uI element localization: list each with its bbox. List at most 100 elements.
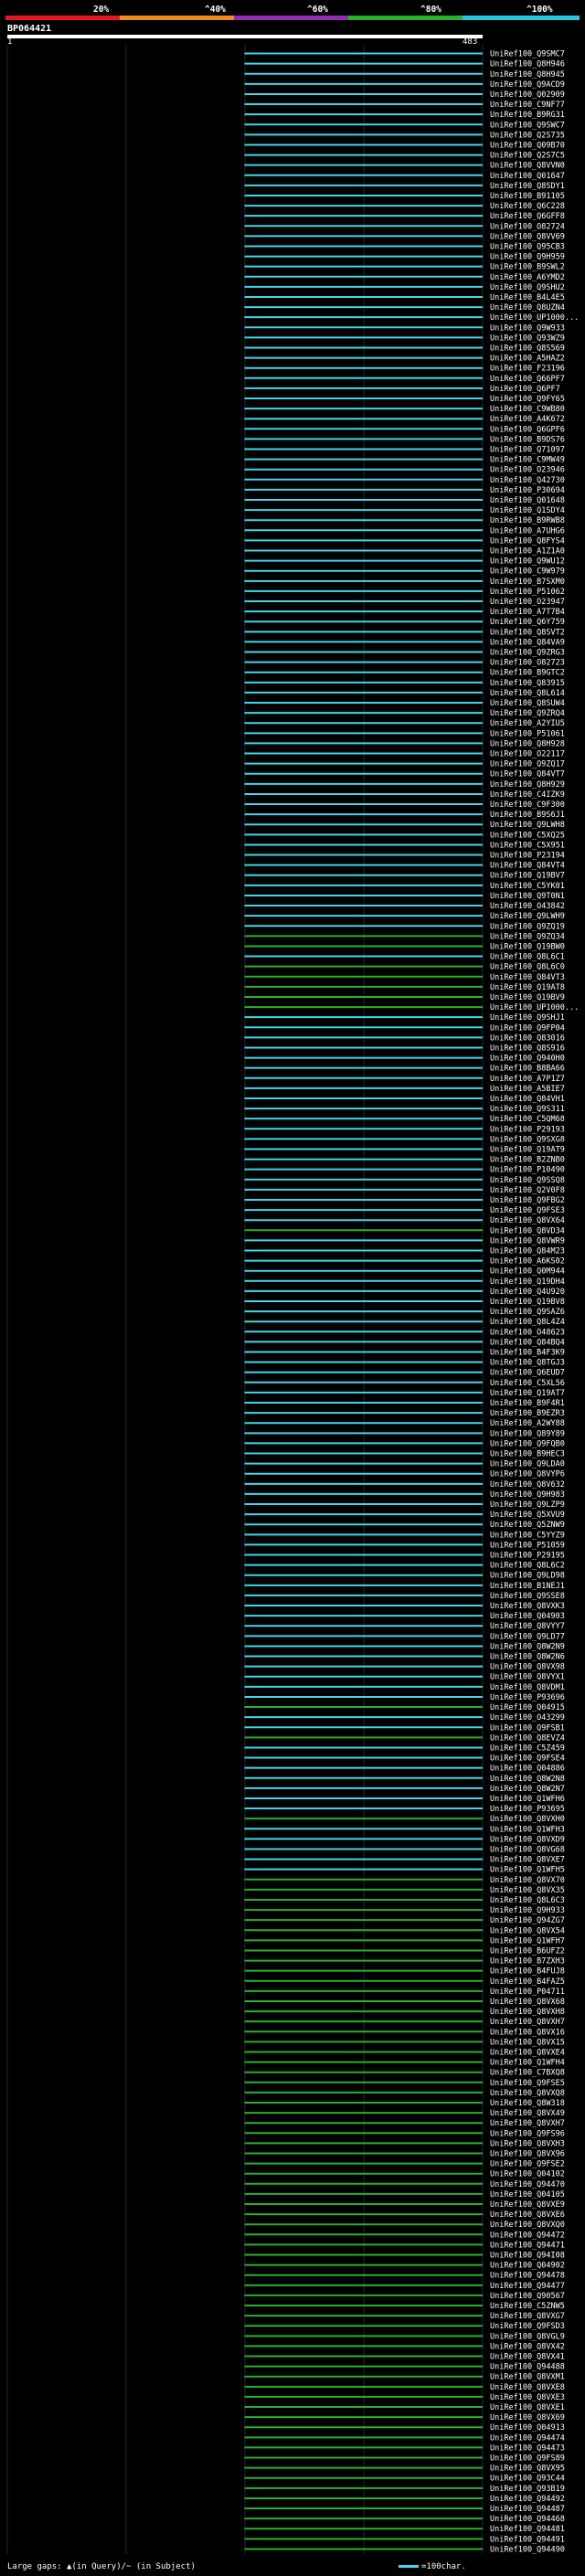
hit-label: UniRef100_C9NF77 xyxy=(490,101,565,110)
hit-label: UniRef100_P51061 xyxy=(490,729,565,738)
hit-label: UniRef100_A1Z1A0 xyxy=(490,547,565,557)
hit-label: UniRef100_Q9SMC7 xyxy=(490,50,565,59)
hit-label: UniRef100_Q9FQB0 xyxy=(490,1439,565,1448)
hit-label: UniRef100_Q8H946 xyxy=(490,60,565,69)
hit-label: UniRef100_Q66PF7 xyxy=(490,375,565,384)
hit-label: UniRef100_Q9ZQ19 xyxy=(490,922,565,931)
hit-label: UniRef100_Q94491 xyxy=(490,2535,565,2544)
hit-label: UniRef100_Q8W2N7 xyxy=(490,1785,565,1794)
hit-label: UniRef100_Q6PF7 xyxy=(490,385,560,394)
hit-label: UniRef100_P93695 xyxy=(490,1805,565,1814)
scale-legend: =100char. xyxy=(399,2562,466,2571)
hit-label: UniRef100_Q04903 xyxy=(490,1612,565,1621)
hit-label: UniRef100_Q4U920 xyxy=(490,1288,565,1297)
hit-label: UniRef100_O22117 xyxy=(490,750,565,759)
hit-label: UniRef100_Q9FS96 xyxy=(490,2129,565,2138)
hit-label: UniRef100_O48623 xyxy=(490,1328,565,1337)
hit-label: UniRef100_Q9FP04 xyxy=(490,1023,565,1033)
hit-label: UniRef100_Q19BV8 xyxy=(490,1298,565,1307)
hit-label: UniRef100_B91105 xyxy=(490,192,565,201)
hit-label: UniRef100_Q9LD77 xyxy=(490,1632,565,1641)
hit-label: UniRef100_B4L4E5 xyxy=(490,293,565,302)
hit-label: UniRef100_Q9H959 xyxy=(490,253,565,262)
hit-label: UniRef100_P51059 xyxy=(490,1541,565,1550)
scale-label-60: ^60% xyxy=(307,5,328,15)
hit-label: UniRef100_Q8VXE6 xyxy=(490,2210,565,2220)
hit-label: UniRef100_Q8W2N9 xyxy=(490,1642,565,1651)
hit-label: UniRef100_Q8VXE8 xyxy=(490,2383,565,2392)
hit-label: UniRef100_Q8VGL9 xyxy=(490,2332,565,2341)
hit-label: UniRef100_Q94477 xyxy=(490,2282,565,2291)
hit-label: UniRef100_Q9LWH8 xyxy=(490,821,565,830)
hit-label: UniRef100_O23947 xyxy=(490,598,565,607)
hit-label: UniRef100_Q42730 xyxy=(490,476,565,485)
hit-label: UniRef100_Q8VYX1 xyxy=(490,1673,565,1682)
hit-label: UniRef100_Q8VX95 xyxy=(490,2465,565,2474)
hit-label: UniRef100_Q8VXH7 xyxy=(490,2119,565,2128)
hit-label: UniRef100_Q8VX49 xyxy=(490,2109,565,2118)
hit-label: UniRef100_Q19BV9 xyxy=(490,993,565,1002)
hit-label: UniRef100_Q9FSE5 xyxy=(490,2079,565,2088)
hit-label: UniRef100_Q8VXM1 xyxy=(490,2373,565,2382)
hit-label: UniRef100_Q8VXQ8 xyxy=(490,2089,565,2098)
hit-label: UniRef100_Q89Y89 xyxy=(490,1429,565,1438)
hit-label: UniRef100_C5X951 xyxy=(490,841,565,850)
hit-label: UniRef100_B9RWB8 xyxy=(490,516,565,525)
hit-label: UniRef100_Q04102 xyxy=(490,2170,565,2179)
scale-segment-orange xyxy=(120,16,234,20)
scale-label-100: ^100% xyxy=(526,5,553,15)
query-id: BP064421 xyxy=(7,24,52,34)
hit-label: UniRef100_Q19AT9 xyxy=(490,1145,565,1154)
hit-label: UniRef100_B4F3K9 xyxy=(490,1349,565,1358)
hit-label: UniRef100_Q9ZQ17 xyxy=(490,760,565,769)
hit-label: UniRef100_Q9FSE3 xyxy=(490,1206,565,1215)
hit-label: UniRef100_Q8VXH0 xyxy=(490,1815,565,1824)
hit-label: UniRef100_Q8VXH3 xyxy=(490,2139,565,2148)
hit-label: UniRef100_Q9SWC7 xyxy=(490,121,565,130)
hit-label: UniRef100_Q94474 xyxy=(490,2433,565,2443)
hit-label: UniRef100_Q94473 xyxy=(490,2443,565,2453)
hit-label: UniRef100_Q9SSE8 xyxy=(490,1592,565,1601)
hit-label: UniRef100_Q93C44 xyxy=(490,2475,565,2484)
hit-label: UniRef100_Q8VX42 xyxy=(490,2342,565,2351)
hit-label: UniRef100_Q9SHJ1 xyxy=(490,1013,565,1023)
hit-label: UniRef100_Q8VXE4 xyxy=(490,2048,565,2057)
legend-swatch xyxy=(399,2565,419,2568)
hit-label: UniRef100_Q8L6C1 xyxy=(490,953,565,962)
hit-label: UniRef100_A7T7B4 xyxy=(490,608,565,617)
hit-label: UniRef100_Q8VX96 xyxy=(490,2150,565,2159)
hit-label: UniRef100_UP1000... xyxy=(490,313,579,323)
hit-label: UniRef100_C5QM68 xyxy=(490,1115,565,1124)
hit-label: UniRef100_B9EZR3 xyxy=(490,1409,565,1418)
hit-label: UniRef100_Q94487 xyxy=(490,2505,565,2514)
hit-label: UniRef100_Q71097 xyxy=(490,445,565,454)
hit-label: UniRef100_C5XQ25 xyxy=(490,831,565,840)
hit-label: UniRef100_O43842 xyxy=(490,902,565,911)
hit-label: UniRef100_Q93B19 xyxy=(490,2485,565,2494)
hit-label: UniRef100_Q8S569 xyxy=(490,344,565,353)
hit-label: UniRef100_Q9LDA0 xyxy=(490,1460,565,1469)
hit-label: UniRef100_Q84M23 xyxy=(490,1246,565,1256)
hit-label: UniRef100_B6UFZ2 xyxy=(490,1946,565,1956)
hit-label: UniRef100_O43299 xyxy=(490,1713,565,1723)
identity-scale-bar: 20% ^40% ^60% ^80% ^100% xyxy=(5,5,580,21)
hit-label: UniRef100_Q8VX64 xyxy=(490,1216,565,1225)
hit-label: UniRef100_Q93WZ9 xyxy=(490,334,565,343)
hit-label: UniRef100_Q94470 xyxy=(490,2180,565,2189)
hit-label: UniRef100_Q8SDY1 xyxy=(490,182,565,191)
hit-label: UniRef100_Q0M944 xyxy=(490,1267,565,1277)
large-gaps-footer: Large gaps: ▲(in Query)/~ (in Subject) xyxy=(7,2562,196,2571)
hit-label: UniRef100_Q94492 xyxy=(490,2495,565,2504)
query-end-tick: 483 xyxy=(463,37,478,47)
hit-label: UniRef100_Q8H945 xyxy=(490,70,565,80)
hit-label: UniRef100_Q8VX54 xyxy=(490,1926,565,1935)
hit-label: UniRef100_Q2S7C5 xyxy=(490,152,565,161)
hit-label: UniRef100_B4FUJ8 xyxy=(490,1967,565,1977)
hit-label: UniRef100_Q8W2N8 xyxy=(490,1775,565,1784)
hit-label: UniRef100_Q8L6C0 xyxy=(490,963,565,972)
hit-label: UniRef100_Q01648 xyxy=(490,496,565,505)
hit-label: UniRef100_Q9H933 xyxy=(490,1906,565,1915)
hit-label: UniRef100_Q8VX41 xyxy=(490,2353,565,2362)
hit-label: UniRef100_Q19BW0 xyxy=(490,942,565,951)
hit-label: UniRef100_Q8S916 xyxy=(490,1044,565,1053)
